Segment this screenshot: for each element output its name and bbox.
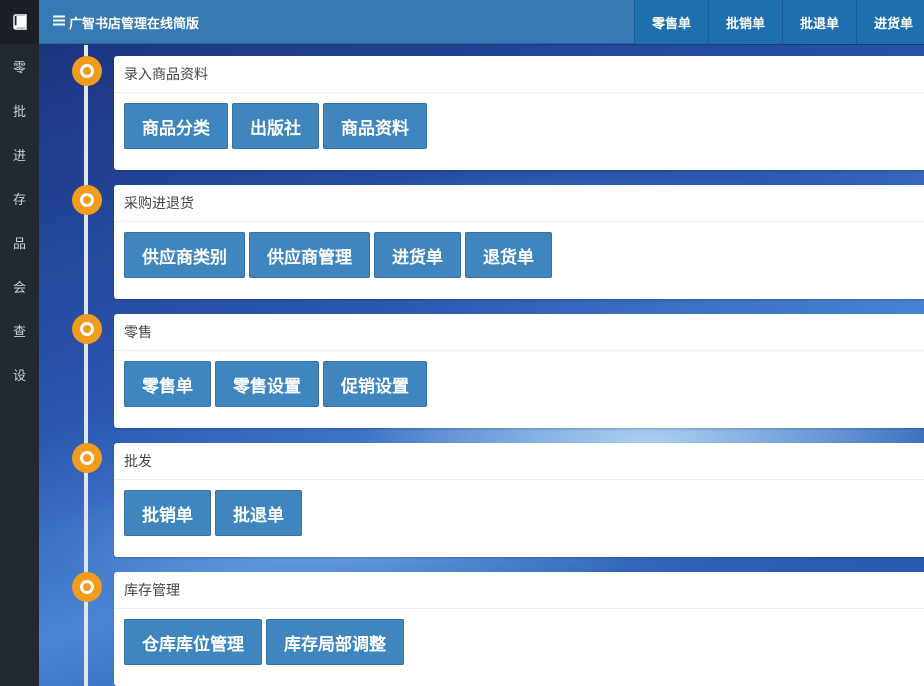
wholesale-order-button[interactable]: 批销单	[124, 490, 211, 536]
top-actions: 零售单 批销单 批退单 进货单	[634, 0, 924, 44]
menu-icon[interactable]	[53, 15, 65, 30]
product-info-button[interactable]: 商品资料	[323, 103, 427, 149]
section-card: 批发 批销单 批退单	[114, 443, 924, 557]
app-title: 广智书店管理在线简版	[69, 16, 200, 32]
sidebar-item-query[interactable]: 查	[0, 308, 39, 352]
section-card: 录入商品资料 商品分类 出版社 商品资料	[114, 56, 924, 170]
timeline-dot-icon	[72, 572, 102, 602]
section-title: 采购进退货	[114, 185, 924, 222]
sidebar-item-wholesale[interactable]: 批	[0, 88, 39, 132]
section-card: 零售 零售单 零售设置 促销设置	[114, 314, 924, 428]
top-retail-order-button[interactable]: 零售单	[634, 0, 708, 44]
retail-order-button[interactable]: 零售单	[124, 361, 211, 407]
sidebar-item-settings[interactable]: 设	[0, 352, 39, 396]
supplier-management-button[interactable]: 供应商管理	[249, 232, 370, 278]
sidebar-item-product[interactable]: 品	[0, 220, 39, 264]
promotion-settings-button[interactable]: 促销设置	[323, 361, 427, 407]
retail-settings-button[interactable]: 零售设置	[215, 361, 319, 407]
warehouse-location-button[interactable]: 仓库库位管理	[124, 619, 262, 665]
sidebar-item-member[interactable]: 会	[0, 264, 39, 308]
section-title: 库存管理	[114, 572, 924, 609]
top-wholesale-return-button[interactable]: 批退单	[782, 0, 856, 44]
main-content: 录入商品资料 商品分类 出版社 商品资料 采购进退货 供应商类别 供应商管理 进…	[39, 45, 924, 686]
sidebar: 零 批 进 存 品 会 查 设	[0, 0, 39, 686]
product-category-button[interactable]: 商品分类	[124, 103, 228, 149]
wholesale-return-button[interactable]: 批退单	[215, 490, 302, 536]
sidebar-item-retail[interactable]: 零	[0, 44, 39, 88]
timeline-dot-icon	[72, 185, 102, 215]
stock-adjustment-button[interactable]: 库存局部调整	[266, 619, 404, 665]
timeline-dot-icon	[72, 443, 102, 473]
supplier-category-button[interactable]: 供应商类别	[124, 232, 245, 278]
timeline-dot-icon	[72, 314, 102, 344]
section-card: 采购进退货 供应商类别 供应商管理 进货单 退货单	[114, 185, 924, 299]
timeline-dot-icon	[72, 56, 102, 86]
top-header: 广智书店管理在线简版 零售单 批销单 批退单 进货单	[39, 0, 924, 44]
top-wholesale-order-button[interactable]: 批销单	[708, 0, 782, 44]
top-purchase-order-button[interactable]: 进货单	[856, 0, 924, 44]
app-brand[interactable]: 广智书店管理在线简版	[53, 0, 199, 44]
section-card: 库存管理 仓库库位管理 库存局部调整	[114, 572, 924, 686]
section-title: 零售	[114, 314, 924, 351]
book-icon[interactable]	[0, 0, 39, 44]
sidebar-item-purchase[interactable]: 进	[0, 132, 39, 176]
publisher-button[interactable]: 出版社	[232, 103, 319, 149]
section-title: 录入商品资料	[114, 56, 924, 93]
purchase-return-button[interactable]: 退货单	[465, 232, 552, 278]
purchase-order-button[interactable]: 进货单	[374, 232, 461, 278]
section-title: 批发	[114, 443, 924, 480]
sidebar-item-stock[interactable]: 存	[0, 176, 39, 220]
